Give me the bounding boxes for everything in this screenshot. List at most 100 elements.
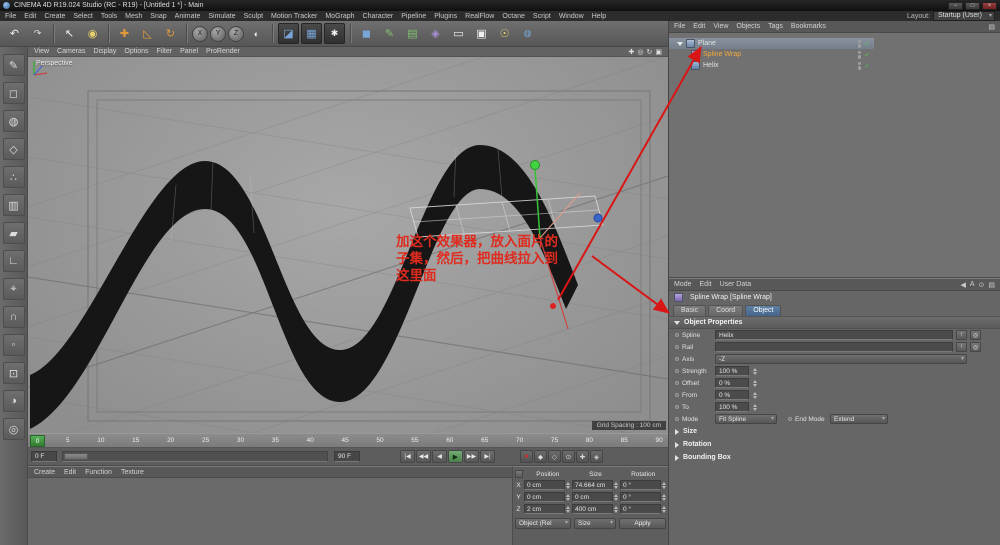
- mouse-navigation-icon[interactable]: ⌖: [3, 278, 25, 300]
- om-menu-objects[interactable]: Objects: [736, 23, 760, 30]
- orbit-view-icon[interactable]: ↻: [647, 48, 653, 56]
- x-size-field[interactable]: 74.664 cm: [572, 480, 613, 490]
- om-menu-file[interactable]: File: [674, 23, 685, 30]
- points-mode-icon[interactable]: ∴: [3, 166, 25, 188]
- z-rotation-field[interactable]: 0 °: [620, 504, 661, 514]
- attr-back-icon[interactable]: ◀: [960, 281, 965, 289]
- menu-animate[interactable]: Animate: [175, 13, 201, 20]
- stepper-icon[interactable]: [662, 482, 666, 489]
- menu-snap[interactable]: Snap: [150, 13, 166, 20]
- edges-mode-icon[interactable]: ▥: [3, 194, 25, 216]
- selection-tool-icon[interactable]: ↖: [59, 23, 80, 44]
- strength-field[interactable]: 100 %: [715, 366, 749, 376]
- viewport[interactable]: Perspective: [28, 57, 668, 433]
- move-tool-icon[interactable]: ✚: [114, 23, 135, 44]
- menu-mograph[interactable]: MoGraph: [325, 13, 354, 20]
- stepper-icon[interactable]: [566, 482, 570, 489]
- anim-dot-icon[interactable]: [788, 417, 792, 421]
- record-keyframe-button[interactable]: ●: [520, 450, 533, 463]
- target-icon[interactable]: ◎: [970, 330, 981, 340]
- mat-menu-create[interactable]: Create: [34, 469, 55, 476]
- coord-mode-dropdown[interactable]: Object (Rel: [515, 518, 571, 529]
- redo-icon[interactable]: ↷: [27, 23, 48, 44]
- stepper-icon[interactable]: [662, 494, 666, 501]
- end-frame-field[interactable]: 90 F: [334, 451, 360, 462]
- visibility-toggle-dots[interactable]: [858, 40, 862, 48]
- object-row-spline-wrap[interactable]: Spline Wrap ✓: [669, 49, 874, 60]
- anim-dot-icon[interactable]: [675, 345, 679, 349]
- previous-key-button[interactable]: ◀◀: [416, 450, 431, 463]
- live-selection-icon[interactable]: ◉: [82, 23, 103, 44]
- pick-object-icon[interactable]: ↑: [956, 342, 967, 352]
- paint-icon[interactable]: ◦: [3, 334, 25, 356]
- lock-y-button[interactable]: Y: [210, 26, 226, 42]
- menu-file[interactable]: File: [5, 13, 16, 20]
- visibility-toggle-dots[interactable]: [858, 62, 862, 70]
- y-rotation-field[interactable]: 0 °: [620, 492, 661, 502]
- attr-panel-menu-icon[interactable]: ▤: [988, 281, 995, 289]
- frame-slider-handle[interactable]: [64, 453, 88, 460]
- offset-field[interactable]: 0 %: [715, 378, 749, 388]
- stepper-icon[interactable]: [566, 494, 570, 501]
- toggle-view-icon[interactable]: ▣: [655, 48, 662, 56]
- undo-icon[interactable]: ↶: [4, 23, 25, 44]
- x-position-field[interactable]: 0 cm: [524, 480, 565, 490]
- axis-mode-icon[interactable]: ∟: [3, 250, 25, 272]
- solo-mode-icon[interactable]: ◎: [3, 418, 25, 440]
- stepper-icon[interactable]: [614, 506, 618, 513]
- vp-menu-prorender[interactable]: ProRender: [206, 48, 240, 55]
- axis-dropdown[interactable]: -Z: [715, 354, 967, 364]
- lock-x-button[interactable]: X: [192, 26, 208, 42]
- to-field[interactable]: 100 %: [715, 402, 749, 412]
- stepper-icon[interactable]: [614, 482, 618, 489]
- menu-sculpt[interactable]: Sculpt: [244, 13, 263, 20]
- previous-frame-button[interactable]: ◀: [432, 450, 447, 463]
- rail-link-field[interactable]: [715, 342, 953, 352]
- object-list[interactable]: Plane ✓ Spline Wrap ✓ Helix: [669, 33, 1000, 278]
- menu-tools[interactable]: Tools: [101, 13, 117, 20]
- dolly-view-icon[interactable]: ◎: [637, 48, 643, 56]
- y-position-field[interactable]: 0 cm: [524, 492, 565, 502]
- z-size-field[interactable]: 400 cm: [572, 504, 613, 514]
- lock-z-button[interactable]: Z: [228, 26, 244, 42]
- vp-menu-display[interactable]: Display: [93, 48, 116, 55]
- menu-mesh[interactable]: Mesh: [125, 13, 142, 20]
- om-menu-view[interactable]: View: [713, 23, 728, 30]
- maximize-button[interactable]: □: [965, 2, 980, 10]
- anim-dot-icon[interactable]: [675, 393, 679, 397]
- camera-icon[interactable]: ▣: [471, 23, 492, 44]
- target-icon[interactable]: ◎: [970, 342, 981, 352]
- play-button[interactable]: ▶: [448, 450, 463, 463]
- attr-menu-userdata[interactable]: User Data: [720, 281, 752, 288]
- mirror-icon[interactable]: ◑: [3, 390, 25, 412]
- object-row-helix[interactable]: Helix ✓: [669, 60, 874, 71]
- menu-create[interactable]: Create: [44, 13, 65, 20]
- gizmo-z-handle[interactable]: [550, 303, 556, 309]
- model-mode-icon[interactable]: ◻: [3, 82, 25, 104]
- stepper-icon[interactable]: [614, 494, 618, 501]
- end-mode-dropdown[interactable]: Extend: [830, 414, 888, 424]
- tab-basic[interactable]: Basic: [673, 305, 706, 316]
- layout-dropdown[interactable]: Startup (User): [933, 11, 995, 21]
- next-key-button[interactable]: ▶▶: [464, 450, 479, 463]
- x-rotation-field[interactable]: 0 °: [620, 480, 661, 490]
- om-menu-bookmarks[interactable]: Bookmarks: [791, 23, 826, 30]
- section-size[interactable]: Size: [669, 425, 1000, 438]
- floor-icon[interactable]: ▭: [448, 23, 469, 44]
- mat-menu-edit[interactable]: Edit: [64, 469, 76, 476]
- om-menu-edit[interactable]: Edit: [693, 23, 705, 30]
- section-rotation[interactable]: Rotation: [669, 438, 1000, 451]
- snap-icon[interactable]: ∩: [3, 306, 25, 328]
- workplane-mode-icon[interactable]: ◇: [3, 138, 25, 160]
- attr-menu-mode[interactable]: Mode: [674, 281, 692, 288]
- mat-menu-function[interactable]: Function: [85, 469, 112, 476]
- menu-motion-tracker[interactable]: Motion Tracker: [271, 13, 317, 20]
- render-picture-viewer-icon[interactable]: ▦: [301, 23, 322, 44]
- make-editable-icon[interactable]: ✎: [3, 54, 25, 76]
- deformer-icon[interactable]: ◈: [425, 23, 446, 44]
- tab-object[interactable]: Object: [745, 305, 781, 316]
- menu-select[interactable]: Select: [73, 13, 92, 20]
- menu-help[interactable]: Help: [592, 13, 606, 20]
- menu-plugins[interactable]: Plugins: [434, 13, 457, 20]
- object-name[interactable]: Plane: [698, 40, 716, 47]
